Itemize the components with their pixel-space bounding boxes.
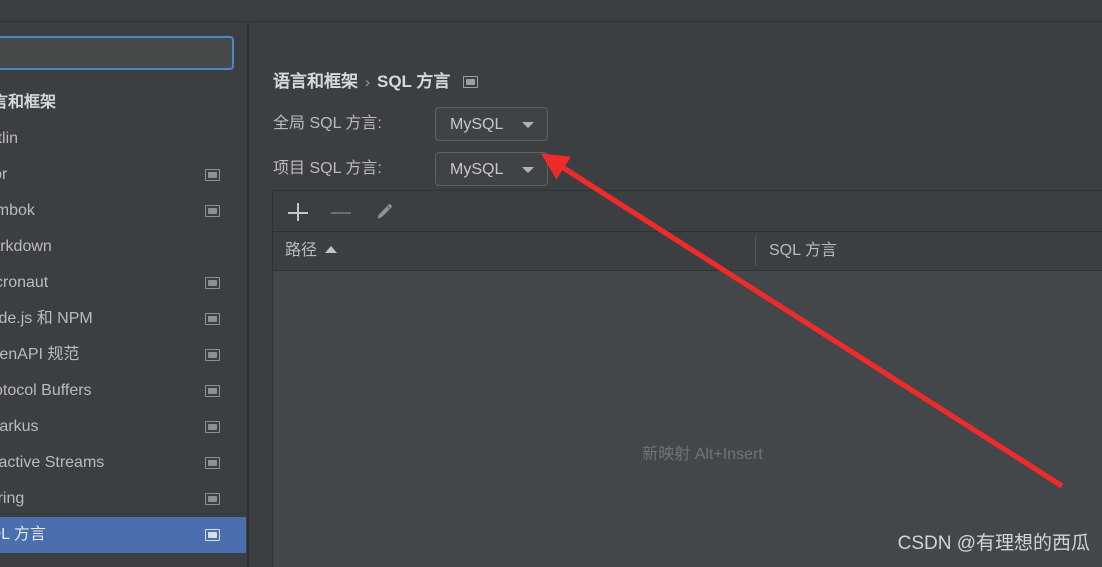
window-top-bar xyxy=(0,0,1102,22)
column-header-dialect[interactable]: SQL 方言 xyxy=(755,236,837,266)
project-scope-icon xyxy=(205,313,220,325)
sidebar-item-label: OpenAPI 规范 xyxy=(0,346,80,363)
edit-pencil-icon xyxy=(377,203,393,219)
search-input[interactable] xyxy=(0,36,234,70)
sidebar-item-micronaut[interactable]: Micronaut xyxy=(0,265,246,301)
settings-sidebar: 语言和框架 Kotlin Ktor Lombok Markdown Micron… xyxy=(0,23,246,567)
project-scope-icon xyxy=(205,385,220,397)
project-scope-icon xyxy=(205,169,220,181)
sidebar-item-kotlin[interactable]: Kotlin xyxy=(0,121,246,157)
sidebar-item-label: Ktor xyxy=(0,166,8,183)
settings-main-panel: 语言和框架 › SQL 方言 全局 SQL 方言: MySQL 项目 SQL 方言:… xyxy=(249,23,1102,567)
sidebar-item-label: Lombok xyxy=(0,202,35,219)
sidebar-item-ktor[interactable]: Ktor xyxy=(0,157,246,193)
breadcrumb-parent[interactable]: 语言和框架 xyxy=(273,72,358,91)
sidebar-item-label: Protocol Buffers xyxy=(0,382,92,399)
watermark: CSDN @有理想的西瓜 xyxy=(897,533,1090,554)
sidebar-item-label: Markdown xyxy=(0,238,52,255)
column-header-path[interactable]: 路径 xyxy=(285,232,338,270)
project-dialect-dropdown[interactable]: MySQL xyxy=(435,152,548,186)
sidebar-item-quarkus[interactable]: Quarkus xyxy=(0,409,246,445)
sidebar-item-openapi-spec[interactable]: OpenAPI 规范 xyxy=(0,337,246,373)
sidebar-item-label: Quarkus xyxy=(0,418,39,435)
sidebar-item-protocol-buffers[interactable]: Protocol Buffers xyxy=(0,373,246,409)
sidebar-item-reactive-streams[interactable]: Reactive Streams xyxy=(0,445,246,481)
project-scope-icon xyxy=(205,277,220,289)
sidebar-item-label: SQL 方言 xyxy=(0,526,46,543)
sidebar-item-label: Spring xyxy=(0,490,25,507)
dialect-mappings-table: 路径 SQL 方言 新映射 Alt+Insert xyxy=(272,190,1102,567)
sidebar-item-languages-frameworks[interactable]: 语言和框架 xyxy=(0,85,246,121)
sort-ascending-icon xyxy=(325,245,338,253)
settings-search-field[interactable] xyxy=(0,36,234,70)
sidebar-item-sql-dialects[interactable]: SQL 方言 xyxy=(0,517,246,553)
sidebar-item-lombok[interactable]: Lombok xyxy=(0,193,246,229)
global-dialect-label: 全局 SQL 方言: xyxy=(273,115,382,132)
breadcrumb-current: SQL 方言 xyxy=(377,72,451,91)
project-scope-icon xyxy=(463,75,479,88)
project-scope-icon xyxy=(205,421,220,433)
sidebar-item-label: Kotlin xyxy=(0,130,19,147)
table-body[interactable]: 新映射 Alt+Insert xyxy=(273,271,1102,567)
sidebar-item-label: 语言和框架 xyxy=(0,94,57,111)
chevron-down-icon xyxy=(522,167,534,173)
remove-mapping-button xyxy=(328,199,354,225)
sidebar-scrollbar-track[interactable] xyxy=(232,23,474,567)
sidebar-item-markdown[interactable]: Markdown xyxy=(0,229,246,265)
project-scope-icon xyxy=(205,529,220,541)
column-header-label: 路径 xyxy=(285,242,318,259)
breadcrumb: 语言和框架 › SQL 方言 xyxy=(273,67,479,92)
global-dialect-value: MySQL xyxy=(450,116,504,133)
sidebar-item-spring[interactable]: Spring xyxy=(0,481,246,517)
project-scope-icon xyxy=(205,493,220,505)
sidebar-item-label: Node.js 和 NPM xyxy=(0,310,93,327)
add-mapping-button[interactable] xyxy=(285,199,311,225)
sidebar-item-label: Micronaut xyxy=(0,274,49,291)
global-dialect-dropdown[interactable]: MySQL xyxy=(435,107,548,141)
table-header-row: 路径 SQL 方言 xyxy=(273,232,1102,271)
settings-tree[interactable]: 语言和框架 Kotlin Ktor Lombok Markdown Micron… xyxy=(0,85,246,567)
table-toolbar xyxy=(273,191,1102,232)
project-dialect-label: 项目 SQL 方言: xyxy=(273,160,382,177)
sidebar-item-nodejs-npm[interactable]: Node.js 和 NPM xyxy=(0,301,246,337)
breadcrumb-separator-icon: › xyxy=(365,74,370,91)
project-scope-icon xyxy=(205,457,220,469)
project-scope-icon xyxy=(205,205,220,217)
sidebar-item-label: Reactive Streams xyxy=(0,454,105,471)
empty-state-message: 新映射 Alt+Insert xyxy=(642,446,763,463)
project-dialect-value: MySQL xyxy=(450,161,504,178)
edit-mapping-button[interactable] xyxy=(371,199,397,225)
chevron-down-icon xyxy=(522,122,534,128)
project-scope-icon xyxy=(205,349,220,361)
column-header-label: SQL 方言 xyxy=(769,242,837,259)
